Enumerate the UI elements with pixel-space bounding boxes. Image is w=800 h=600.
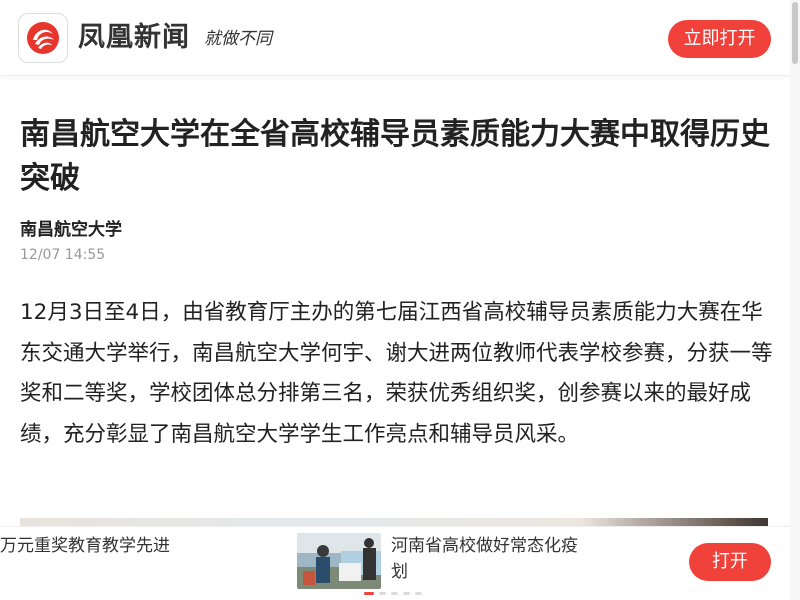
app-header: 凤凰新闻 就做不同 立即打开 [0, 0, 800, 76]
recommendation-right-text[interactable]: 河南省高校做好常态化疫 划 [391, 533, 601, 589]
carousel-dot[interactable] [415, 592, 422, 595]
article-body: 12月3日至4日，由省教育厅主办的第七届江西省高校辅导员素质能力大赛在华东交通大… [20, 300, 773, 447]
article-source[interactable]: 南昌航空大学 [20, 219, 122, 241]
open-app-button[interactable]: 立即打开 [668, 20, 771, 58]
carousel-dot[interactable] [379, 592, 386, 595]
carousel-dot[interactable] [403, 592, 410, 595]
recommendation-bar: 万元重奖教育教学先进 河南省高校做好常态化疫 划 打开 [0, 526, 790, 600]
phoenix-logo-icon[interactable] [18, 13, 68, 63]
recommendation-thumbnail[interactable] [297, 533, 381, 589]
carousel-dots [364, 592, 422, 595]
scrollbar-thumb[interactable] [792, 2, 798, 64]
open-button[interactable]: 打开 [689, 543, 771, 581]
scrollbar-track[interactable] [790, 0, 800, 600]
brand-name: 凤凰新闻 [78, 22, 190, 53]
carousel-dot[interactable] [391, 592, 398, 595]
carousel-dot[interactable] [364, 592, 374, 595]
brand-slogan: 就做不同 [204, 29, 272, 49]
article-title: 南昌航空大学在全省高校辅导员素质能力大赛中取得历史突破 [20, 117, 770, 196]
recommendation-left-text[interactable]: 万元重奖教育教学先进 [0, 535, 170, 557]
article-time: 12/07 14:55 [20, 247, 106, 263]
